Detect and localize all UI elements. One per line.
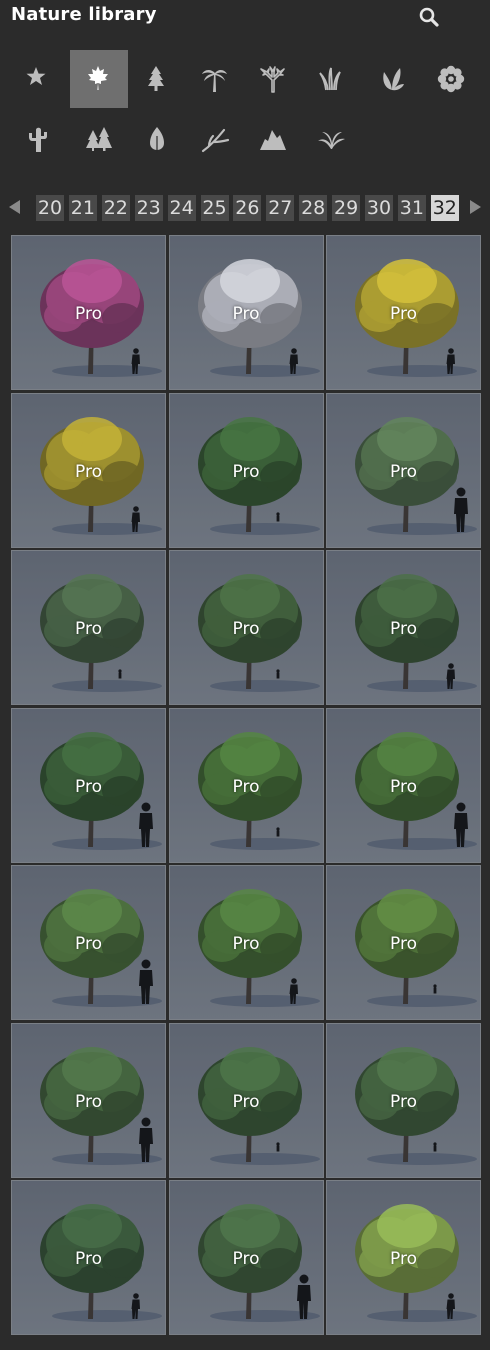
cactus-icon	[29, 127, 47, 152]
asset-tile[interactable]: Pro	[326, 707, 481, 863]
pro-badge: Pro	[390, 304, 417, 324]
category-favorites[interactable]	[10, 50, 68, 108]
grass-icon	[319, 67, 341, 91]
branch-icon	[201, 128, 230, 153]
asset-tile[interactable]: Pro	[326, 1180, 481, 1335]
asset-tile[interactable]: Pro	[11, 1022, 166, 1178]
page-button-32[interactable]: 32	[430, 195, 459, 221]
pro-badge: Pro	[232, 304, 260, 324]
panel-header: Nature library	[0, 0, 490, 36]
page-button-29[interactable]: 29	[332, 195, 361, 221]
category-broadleaf[interactable]	[70, 50, 128, 108]
category-plant[interactable]	[364, 50, 422, 108]
bare-tree-icon	[260, 66, 285, 93]
leaf-icon	[150, 127, 164, 153]
category-flower[interactable]	[422, 50, 480, 108]
previous-page-icon[interactable]	[9, 200, 20, 214]
asset-tile[interactable]: Pro	[168, 865, 324, 1020]
asset-tile[interactable]: Pro	[11, 392, 166, 548]
asset-tile[interactable]: Pro	[11, 865, 166, 1020]
asset-tile[interactable]: Pro	[326, 392, 481, 548]
conifer-tree-icon	[148, 66, 164, 91]
page-button-22[interactable]: 22	[101, 195, 130, 221]
asset-tile[interactable]: Pro	[11, 550, 166, 705]
category-rocks[interactable]	[244, 110, 302, 168]
category-branch[interactable]	[186, 110, 244, 168]
asset-tile[interactable]: Pro	[326, 550, 481, 705]
pro-badge: Pro	[232, 934, 260, 954]
pro-badge: Pro	[232, 461, 260, 482]
next-page-icon[interactable]	[470, 200, 481, 214]
page-button-25[interactable]: 25	[200, 195, 229, 221]
star-icon	[26, 67, 46, 85]
asset-tile[interactable]: Pro	[168, 550, 324, 705]
category-fern[interactable]	[302, 110, 360, 168]
page-button-21[interactable]: 21	[68, 195, 97, 221]
category-grass[interactable]	[302, 50, 360, 108]
category-cactus[interactable]	[10, 110, 68, 168]
pro-badge: Pro	[232, 1091, 260, 1112]
category-leaf[interactable]	[128, 110, 186, 168]
pro-badge: Pro	[75, 461, 102, 482]
page-button-20[interactable]: 20	[36, 195, 64, 221]
page-button-26[interactable]: 26	[233, 195, 262, 221]
asset-tile[interactable]: Pro	[11, 235, 166, 390]
asset-tile[interactable]: Pro	[168, 1180, 324, 1335]
pro-badge: Pro	[390, 1249, 417, 1269]
page-button-30[interactable]: 30	[365, 195, 393, 221]
palm-tree-icon	[202, 70, 227, 92]
page-button-31[interactable]: 31	[397, 195, 426, 221]
pro-badge: Pro	[75, 934, 102, 954]
asset-tile[interactable]: Pro	[11, 1180, 166, 1335]
pagination: 20 21 22 23 24 25 26 27 28 29 30 31 32	[0, 193, 490, 223]
rocks-icon	[260, 130, 286, 150]
pro-badge: Pro	[232, 1249, 260, 1269]
asset-tile[interactable]: Pro	[326, 1022, 481, 1178]
asset-tile[interactable]: Pro	[168, 707, 324, 863]
page-button-23[interactable]: 23	[134, 195, 163, 221]
category-palm[interactable]	[186, 50, 244, 108]
pro-badge: Pro	[75, 304, 102, 324]
pro-badge: Pro	[75, 619, 102, 639]
pro-badge: Pro	[390, 619, 417, 639]
pro-badge: Pro	[390, 934, 417, 954]
pro-badge: Pro	[390, 1091, 417, 1112]
pro-badge: Pro	[232, 619, 260, 639]
forest-icon	[86, 127, 112, 151]
category-bare-tree[interactable]	[244, 50, 302, 108]
category-conifer[interactable]	[128, 50, 186, 108]
asset-tile[interactable]: Pro	[11, 707, 166, 863]
page-button-28[interactable]: 28	[299, 195, 328, 221]
pro-badge: Pro	[390, 776, 417, 797]
pro-badge: Pro	[75, 1091, 102, 1112]
category-forest[interactable]	[70, 110, 128, 168]
asset-tile[interactable]: Pro	[168, 392, 324, 548]
panel-title: Nature library	[11, 4, 157, 25]
pro-badge: Pro	[75, 776, 102, 797]
maple-leaf-icon	[88, 66, 108, 90]
flower-icon	[437, 65, 465, 93]
fern-icon	[318, 132, 345, 149]
asset-tile[interactable]: Pro	[168, 1022, 324, 1178]
pro-badge: Pro	[390, 461, 417, 482]
search-icon[interactable]	[418, 6, 440, 28]
pro-badge: Pro	[75, 1249, 102, 1269]
pro-badge: Pro	[232, 776, 260, 797]
page-button-24[interactable]: 24	[167, 195, 196, 221]
asset-tile[interactable]: Pro	[168, 235, 324, 390]
asset-tile[interactable]: Pro	[326, 865, 481, 1020]
plant-leaves-icon	[383, 68, 404, 91]
asset-tile[interactable]: Pro	[326, 235, 481, 390]
page-button-27[interactable]: 27	[266, 195, 295, 221]
